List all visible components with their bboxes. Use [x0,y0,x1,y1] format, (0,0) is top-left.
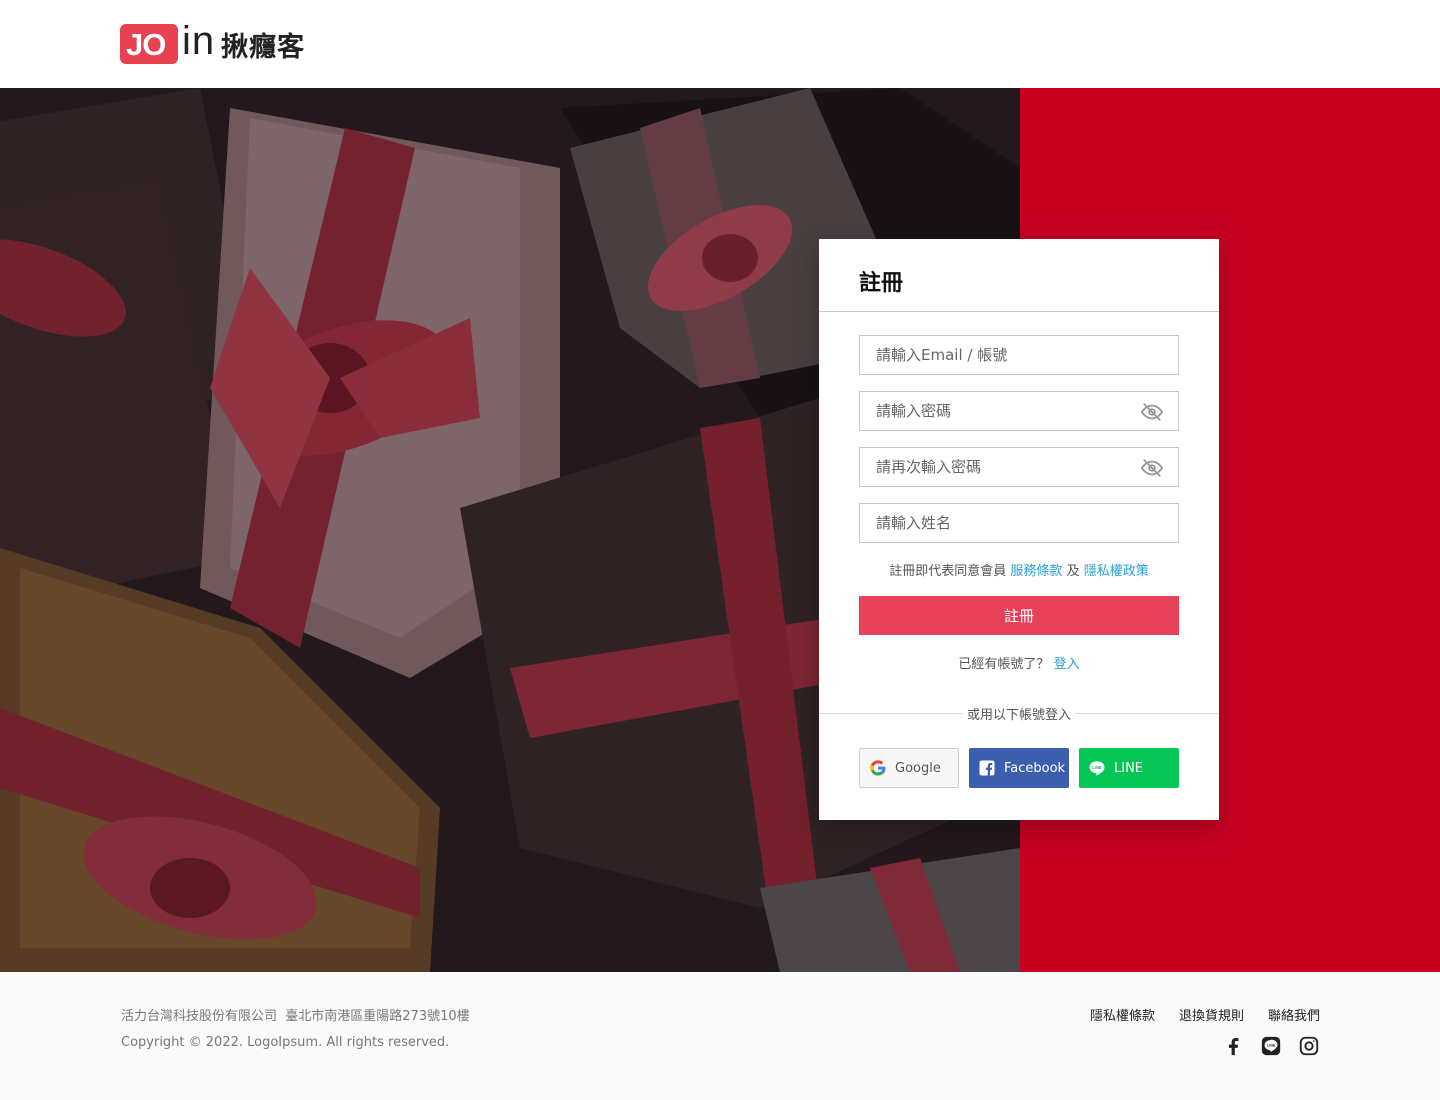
login-link[interactable]: 登入 [1054,657,1080,672]
line-icon[interactable]: LINE [1260,1035,1282,1057]
name-input[interactable] [860,504,1178,542]
title-divider [819,311,1219,312]
eye-off-icon[interactable] [1140,457,1164,479]
logo-mark: JO [120,24,178,64]
register-card: 註冊 註冊即代表同意會員 服務條款 及 隱私權政策 註冊 已經有帳號了？ 登入 [819,239,1219,820]
terms-of-service-link[interactable]: 服務條款 [1010,564,1062,579]
line-icon: LINE [1089,761,1105,776]
company-info: 活力台灣科技股份有限公司 臺北市南港區重陽路273號10樓 [121,1009,470,1024]
footer: 活力台灣科技股份有限公司 臺北市南港區重陽路273號10樓 Copyright … [0,972,1440,1100]
svg-text:LINE: LINE [1267,1044,1276,1048]
password-input[interactable] [860,392,1178,430]
email-input[interactable] [860,336,1178,374]
logo[interactable]: JO in 揪癮客 [120,18,306,66]
instagram-icon[interactable] [1298,1035,1320,1057]
hero [0,88,1440,972]
svg-text:LINE: LINE [1092,765,1102,770]
facebook-icon [979,760,995,776]
header: JO in 揪癮客 [0,0,1440,88]
email-field-wrapper [859,335,1179,375]
register-button[interactable]: 註冊 [859,596,1179,635]
password-field-wrapper [859,391,1179,431]
privacy-terms-link[interactable]: 隱私權條款 [1090,1005,1155,1024]
contact-us-link[interactable]: 聯絡我們 [1268,1005,1320,1024]
google-login-button[interactable]: Google [859,748,959,788]
logo-brand-name: 揪癮客 [221,31,306,63]
copyright: Copyright © 2022. LogoIpsum. All rights … [121,1035,450,1050]
facebook-login-button[interactable]: Facebook [969,748,1069,788]
return-policy-link[interactable]: 退換貨規則 [1179,1005,1244,1024]
eye-off-icon[interactable] [1140,401,1164,423]
privacy-policy-link[interactable]: 隱私權政策 [1084,564,1149,579]
confirm-password-input[interactable] [860,448,1178,486]
name-field-wrapper [859,503,1179,543]
facebook-icon[interactable] [1222,1035,1244,1057]
register-title: 註冊 [859,271,904,296]
line-login-button[interactable]: LINE LINE [1079,748,1179,788]
or-text: 或用以下帳號登入 [819,704,1219,723]
logo-in-text: in [182,18,216,63]
footer-social: LINE [1222,1035,1320,1057]
terms-text: 註冊即代表同意會員 服務條款 及 隱私權政策 [889,564,1149,579]
footer-links: 隱私權條款 退換貨規則 聯絡我們 [1090,1005,1320,1024]
google-icon [870,760,886,776]
have-account-text: 已經有帳號了？ 登入 [958,657,1080,672]
confirm-password-field-wrapper [859,447,1179,487]
